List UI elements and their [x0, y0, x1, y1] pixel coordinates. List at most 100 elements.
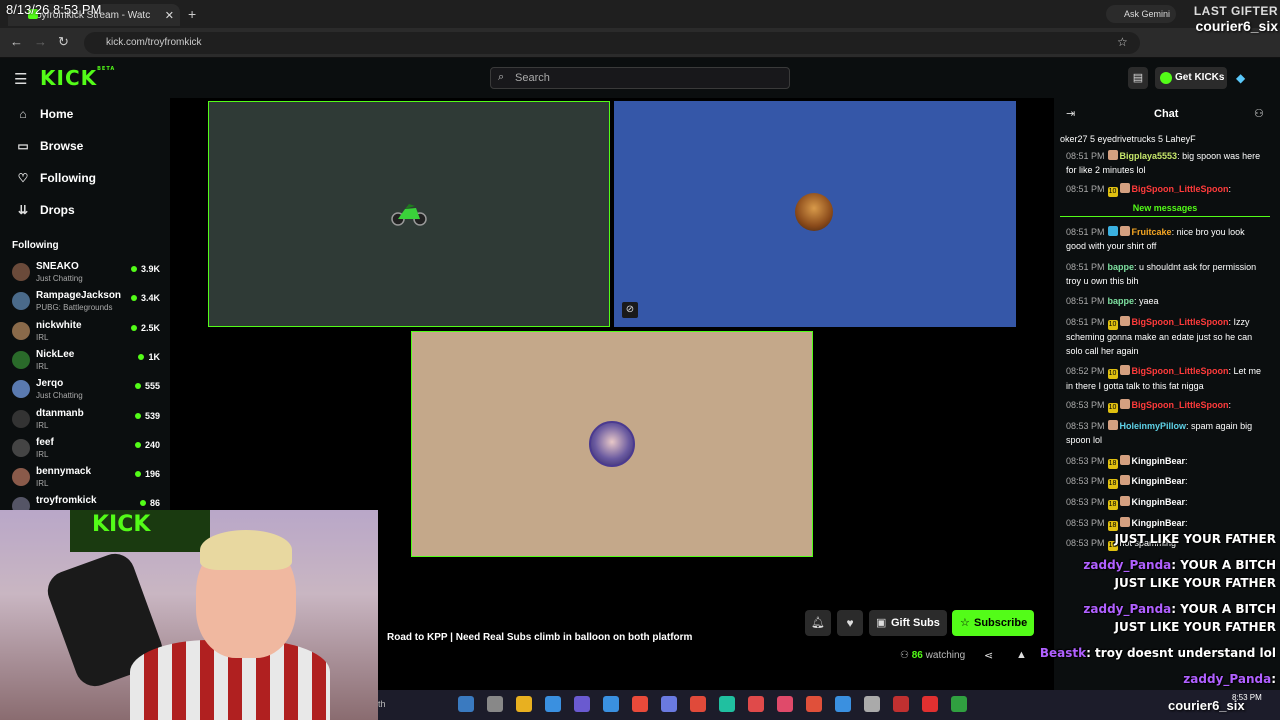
collapse-chat-icon[interactable]: ⇥ — [1066, 107, 1075, 120]
chat-message[interactable]: 08:51 PM bappe: yaea — [1066, 294, 1266, 308]
message-user[interactable]: Fruitcake — [1132, 227, 1172, 237]
overlay-chat-line: JUST LIKE YOUR FATHER — [1115, 620, 1276, 634]
message-user[interactable]: BigSpoon_LittleSpoon — [1132, 184, 1229, 194]
chat-message[interactable]: 08:53 PM 18 KingpinBear: — [1066, 516, 1266, 531]
overlay-chat-line: Beastk: troy doesnt understand lol — [1040, 646, 1276, 660]
message-user[interactable]: KingpinBear — [1132, 497, 1186, 507]
taskbar-folder-icon[interactable] — [516, 696, 532, 712]
chat-message[interactable]: 08:51 PM bappe: u shouldnt ask for permis… — [1066, 260, 1266, 288]
taskbar-help-icon[interactable] — [835, 696, 851, 712]
chat-badge-icon: 10 — [1107, 403, 1118, 413]
sidebar-channel[interactable]: SNEAKO Just Chatting 3.9K — [12, 260, 162, 288]
chat-message[interactable]: 08:53 PM 18 KingpinBear: — [1066, 495, 1266, 510]
message-user[interactable]: Bigplaya5553 — [1120, 151, 1178, 161]
sidebar-channel[interactable]: feef IRL 240 — [12, 436, 162, 464]
close-tab-icon[interactable]: ✕ — [165, 9, 174, 22]
message-user[interactable]: KingpinBear — [1132, 456, 1186, 466]
bell-icon[interactable]: 🔔︎ — [805, 610, 831, 636]
message-user[interactable]: KingpinBear — [1132, 476, 1186, 486]
star-icon: ☆ — [960, 617, 970, 629]
message-time: 08:51 PM — [1066, 296, 1105, 306]
message-user[interactable]: bappe — [1108, 262, 1135, 272]
taskbar-opera-icon[interactable] — [922, 696, 938, 712]
message-time: 08:53 PM — [1066, 518, 1105, 528]
channel-category: IRL — [36, 479, 49, 489]
menu-icon[interactable]: ☰ — [14, 70, 27, 88]
message-user[interactable]: KingpinBear — [1132, 518, 1186, 528]
sidebar-channel[interactable]: dtanmanb IRL 539 — [12, 407, 162, 435]
taskbar-teams-icon[interactable] — [574, 696, 590, 712]
taskbar-chrome-icon[interactable] — [632, 696, 648, 712]
message-time: 08:51 PM — [1066, 184, 1105, 194]
viewer-count-value: 539 — [144, 410, 160, 421]
overlay-user: Beastk — [1039, 646, 1087, 660]
taskbar-brave-icon[interactable] — [748, 696, 764, 712]
message-user[interactable]: BigSpoon_LittleSpoon — [1132, 366, 1229, 376]
taskbar-music-icon[interactable] — [777, 696, 793, 712]
sidebar-channel[interactable]: NickLee IRL 1K — [12, 348, 162, 376]
chat-message[interactable]: 08:53 PM HoleinmyPillow: spam again big s… — [1066, 419, 1266, 447]
chat-message[interactable]: 08:53 PM 18 KingpinBear: — [1066, 474, 1266, 489]
nav-drops[interactable]: ⇊ Drops — [16, 203, 75, 217]
taskbar-xbox-icon[interactable] — [951, 696, 967, 712]
chat-message[interactable]: 08:51 PM 10 BigSpoon_LittleSpoon: — [1066, 182, 1266, 197]
nav-following[interactable]: ♡ Following — [16, 171, 96, 185]
search-input[interactable]: Search — [490, 67, 790, 89]
taskbar-whatsapp-icon[interactable] — [719, 696, 735, 712]
message-user[interactable]: BigSpoon_LittleSpoon — [1132, 400, 1229, 410]
channel-avatar — [12, 409, 30, 428]
forward-icon[interactable]: → — [34, 34, 47, 49]
chat-badge-icon — [1107, 226, 1118, 236]
sidebar-channel[interactable]: nickwhite IRL 2.5K — [12, 319, 162, 347]
channel-avatar — [12, 380, 30, 399]
new-tab-icon[interactable]: + — [188, 6, 196, 22]
layout-icon[interactable]: ▤ — [1128, 67, 1148, 89]
new-messages-divider[interactable]: New messages — [1060, 203, 1270, 217]
message-text: : yaea — [1134, 296, 1159, 306]
nav-browse[interactable]: ▭ Browse — [16, 139, 83, 153]
channel-viewers: 555 — [134, 381, 160, 392]
stream-title: Road to KPP | Need Real Subs climb in ba… — [387, 632, 693, 643]
chat-users-icon[interactable]: ⚇ — [1254, 107, 1264, 120]
url-field[interactable]: kick.com/troyfromkick — [84, 32, 1140, 54]
taskbar-edge-icon[interactable] — [545, 696, 561, 712]
taskbar-files-icon[interactable] — [487, 696, 503, 712]
share-icon[interactable]: ⋖ — [984, 649, 993, 662]
channel-category: IRL — [36, 332, 49, 342]
chat-message[interactable]: 08:51 PM Bigplaya5553: big spoon was here… — [1066, 149, 1266, 177]
follow-heart-icon[interactable]: ♥ — [837, 610, 863, 636]
nav-home[interactable]: ⌂ Home — [16, 107, 73, 121]
taskbar-search[interactable]: th — [378, 699, 386, 709]
chat-badge-icon — [1119, 183, 1130, 193]
sidebar-channel[interactable]: bennymack IRL 196 — [12, 465, 162, 493]
report-icon[interactable]: ▲ — [1016, 649, 1027, 661]
sidebar-channel[interactable]: RampageJackson PUBG: Battlegrounds 3.4K — [12, 289, 162, 317]
taskbar-store-icon[interactable] — [603, 696, 619, 712]
chat-message[interactable]: 08:51 PM Fruitcake: nice bro you look goo… — [1066, 225, 1266, 253]
reload-icon[interactable]: ↻ — [58, 34, 69, 50]
profile-icon[interactable]: ◆ — [1236, 71, 1245, 85]
taskbar-app3-icon[interactable] — [864, 696, 880, 712]
bookmark-star-icon[interactable]: ☆ — [1117, 35, 1128, 49]
taskbar-copilot-icon[interactable] — [458, 696, 474, 712]
channel-category: IRL — [36, 361, 49, 371]
message-user[interactable]: bappe — [1108, 296, 1135, 306]
taskbar-app4-icon[interactable] — [893, 696, 909, 712]
chat-message[interactable]: 08:52 PM 10 BigSpoon_LittleSpoon: Let me i… — [1066, 364, 1266, 393]
viewer-count-value: 555 — [144, 381, 160, 392]
taskbar-discord-icon[interactable] — [661, 696, 677, 712]
kick-logo[interactable]: KICKBETA — [40, 66, 115, 90]
chat-badge-icon: 10 — [1107, 187, 1118, 197]
channel-viewers: 3.4K — [130, 293, 160, 303]
back-icon[interactable]: ← — [10, 34, 23, 49]
sidebar-channel[interactable]: Jerqo Just Chatting 555 — [12, 377, 162, 405]
chat-message[interactable]: 08:51 PM 10 BigSpoon_LittleSpoon: Izzy sch… — [1066, 315, 1266, 358]
channel-name: nickwhite — [36, 319, 82, 331]
chat-message[interactable]: 08:53 PM 10 BigSpoon_LittleSpoon: — [1066, 398, 1266, 413]
taskbar-app-icon[interactable] — [690, 696, 706, 712]
chat-message[interactable]: 08:53 PM 18 KingpinBear: — [1066, 454, 1266, 469]
message-user[interactable]: BigSpoon_LittleSpoon — [1132, 317, 1229, 327]
taskbar-app2-icon[interactable] — [806, 696, 822, 712]
message-time: 08:51 PM — [1066, 262, 1105, 272]
message-user[interactable]: HoleinmyPillow — [1120, 421, 1187, 431]
